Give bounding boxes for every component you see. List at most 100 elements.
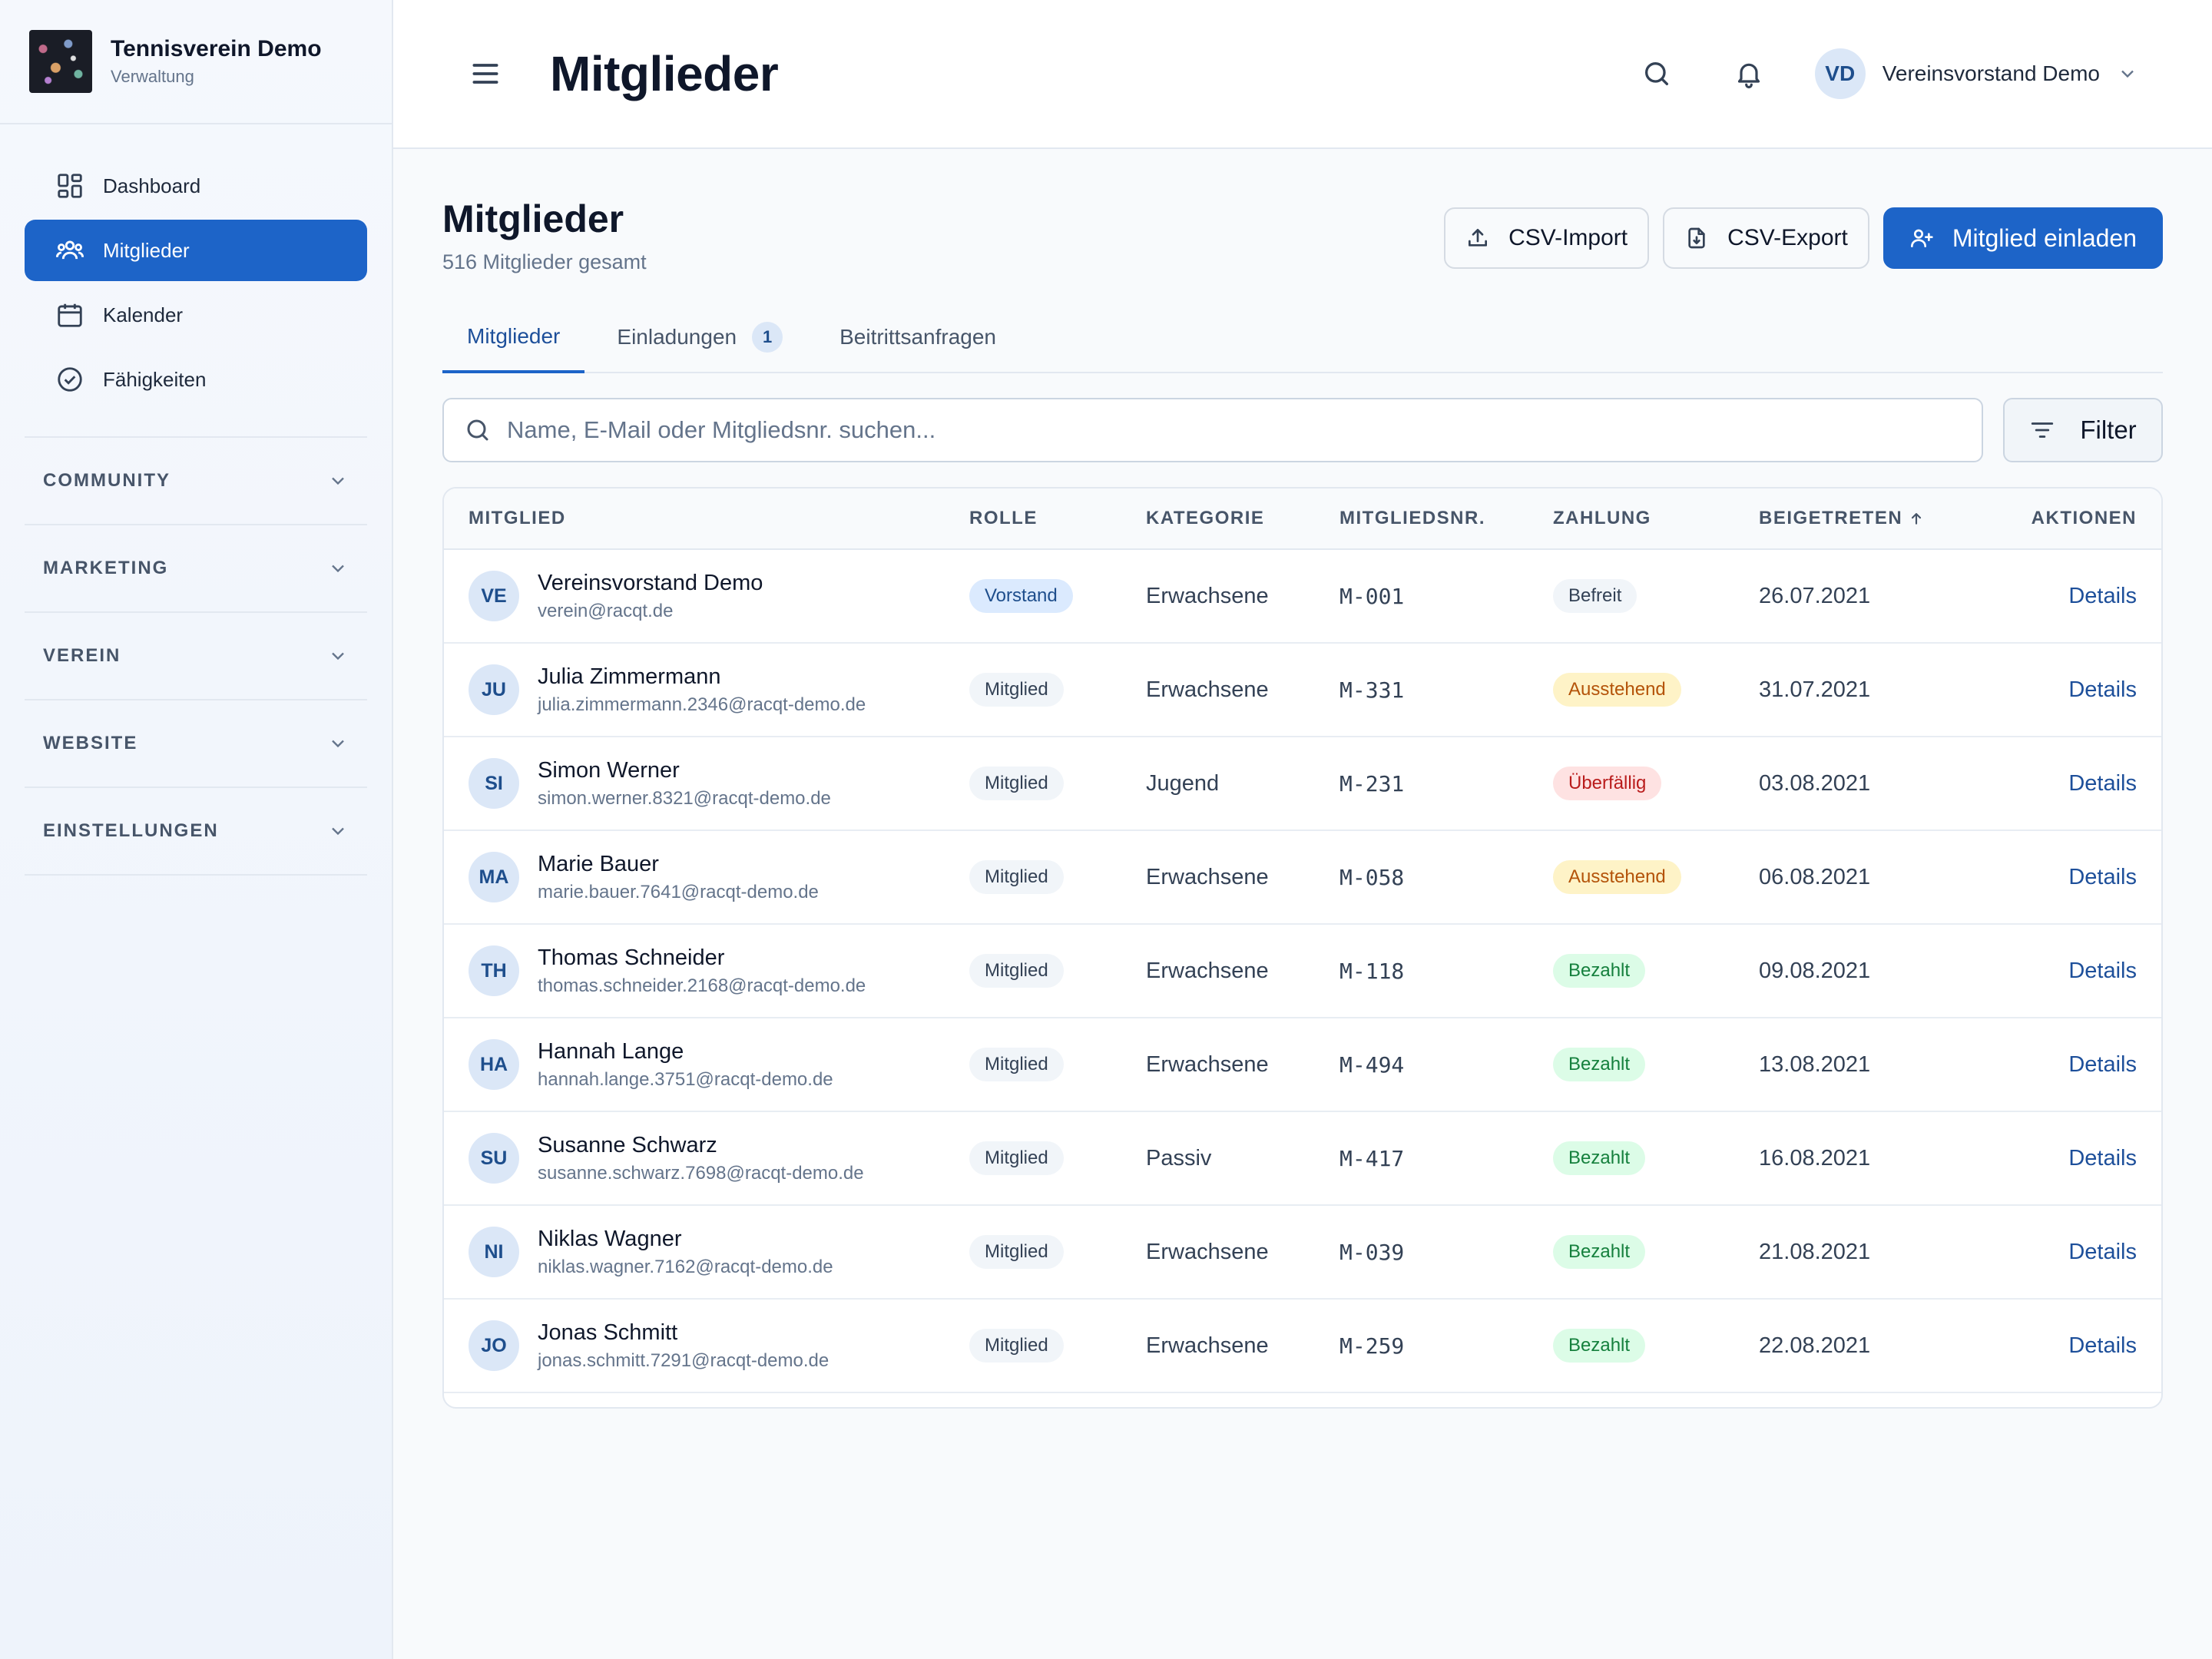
- sidebar-section-settings[interactable]: EINSTELLUNGEN: [25, 788, 367, 876]
- brand[interactable]: Tennisverein Demo Verwaltung: [0, 0, 392, 124]
- tab-invitations[interactable]: Einladungen 1: [592, 303, 807, 372]
- actions-cell: Details: [1989, 1333, 2161, 1359]
- details-link[interactable]: Details: [2068, 677, 2137, 702]
- member-number-cell: M-331: [1339, 677, 1553, 703]
- table-row[interactable]: JO Jonas Schmitt jonas.schmitt.7291@racq…: [444, 1300, 2161, 1393]
- sidebar-section-community[interactable]: COMMUNITY: [25, 438, 367, 525]
- table-row[interactable]: AN Andreas Krueger andreas.krueger.3120@…: [444, 1393, 2161, 1407]
- category-cell: Passiv: [1146, 1146, 1339, 1171]
- search-input[interactable]: [507, 416, 1962, 444]
- sidebar-item-label: Mitglieder: [103, 238, 190, 262]
- header-actions: VD Vereinsvorstand Demo: [1641, 48, 2212, 99]
- table-header: MITGLIED ROLLE KATEGORIE MITGLIEDSNR. ZA…: [444, 488, 2161, 550]
- table-row[interactable]: VE Vereinsvorstand Demo verein@racqt.de …: [444, 550, 2161, 644]
- details-link[interactable]: Details: [2068, 1146, 2137, 1171]
- role-badge: Mitglied: [969, 1048, 1064, 1081]
- search-row: Filter: [442, 398, 2163, 462]
- search-icon[interactable]: [1641, 58, 1672, 89]
- invite-member-button[interactable]: Mitglied einladen: [1883, 207, 2163, 269]
- column-header-category[interactable]: KATEGORIE: [1146, 508, 1339, 529]
- member-number: M-118: [1339, 958, 1405, 984]
- role-cell: Mitglied: [969, 1141, 1146, 1175]
- details-link[interactable]: Details: [2068, 959, 2137, 983]
- section-label: EINSTELLUNGEN: [43, 820, 219, 841]
- column-header-number[interactable]: MITGLIEDSNR.: [1339, 508, 1553, 529]
- payment-status-badge: Bezahlt: [1553, 1048, 1646, 1081]
- table-row[interactable]: MA Marie Bauer marie.bauer.7641@racqt-de…: [444, 831, 2161, 925]
- member-number-cell: M-259: [1339, 1333, 1553, 1359]
- file-export-icon: [1684, 226, 1709, 250]
- payment-cell: Ausstehend: [1553, 860, 1759, 894]
- search-field[interactable]: [442, 398, 1983, 462]
- table-row[interactable]: TH Thomas Schneider thomas.schneider.216…: [444, 925, 2161, 1018]
- brand-subtitle: Verwaltung: [111, 67, 194, 86]
- user-name[interactable]: Vereinsvorstand Demo: [1883, 61, 2100, 86]
- payment-cell: Bezahlt: [1553, 1235, 1759, 1269]
- table-row[interactable]: SI Simon Werner simon.werner.8321@racqt-…: [444, 737, 2161, 831]
- member-email: julia.zimmermann.2346@racqt-demo.de: [538, 694, 866, 715]
- joined-date: 22.08.2021: [1759, 1333, 1871, 1358]
- category-cell: Jugend: [1146, 771, 1339, 796]
- sidebar-item-skills[interactable]: Fähigkeiten: [25, 349, 367, 410]
- category-text: Erwachsene: [1146, 958, 1269, 983]
- sidebar-item-members[interactable]: Mitglieder: [25, 220, 367, 281]
- details-link[interactable]: Details: [2068, 584, 2137, 608]
- role-cell: Mitglied: [969, 954, 1146, 988]
- payment-cell: Bezahlt: [1553, 1141, 1759, 1175]
- member-number-cell: M-118: [1339, 959, 1553, 984]
- filter-button[interactable]: Filter: [2003, 398, 2163, 462]
- tab-members[interactable]: Mitglieder: [442, 303, 585, 373]
- member-number-cell: M-494: [1339, 1052, 1553, 1078]
- sidebar-item-dashboard[interactable]: Dashboard: [25, 155, 367, 217]
- button-label: CSV-Export: [1727, 225, 1848, 250]
- csv-import-button[interactable]: CSV-Import: [1444, 207, 1650, 269]
- member-email: jonas.schmitt.7291@racqt-demo.de: [538, 1349, 830, 1371]
- member-email: susanne.schwarz.7698@racqt-demo.de: [538, 1162, 864, 1184]
- column-header-role[interactable]: ROLLE: [969, 508, 1146, 529]
- table-row[interactable]: JU Julia Zimmermann julia.zimmermann.234…: [444, 644, 2161, 737]
- csv-export-button[interactable]: CSV-Export: [1663, 207, 1869, 269]
- member-name: Vereinsvorstand Demo: [538, 570, 763, 595]
- chevron-down-icon: [327, 820, 349, 842]
- sidebar-section-marketing[interactable]: MARKETING: [25, 525, 367, 613]
- category-text: Jugend: [1146, 770, 1220, 796]
- sidebar: Tennisverein Demo Verwaltung Dashboard M…: [0, 0, 393, 1659]
- member-email: verein@racqt.de: [538, 600, 674, 621]
- member-avatar: TH: [469, 945, 519, 996]
- column-header-joined[interactable]: BEIGETRETEN: [1759, 508, 1989, 529]
- member-name: Julia Zimmermann: [538, 664, 721, 689]
- member-name: Susanne Schwarz: [538, 1132, 717, 1157]
- member-name: Thomas Schneider: [538, 945, 725, 970]
- details-link[interactable]: Details: [2068, 1052, 2137, 1077]
- table-row[interactable]: HA Hannah Lange hannah.lange.3751@racqt-…: [444, 1018, 2161, 1112]
- column-header-member[interactable]: MITGLIED: [444, 508, 969, 529]
- user-avatar[interactable]: VD: [1814, 48, 1866, 99]
- tab-label: Mitglieder: [467, 324, 561, 348]
- member-name: Jonas Schmitt: [538, 1320, 678, 1345]
- table-row[interactable]: NI Niklas Wagner niklas.wagner.7162@racq…: [444, 1206, 2161, 1300]
- menu-icon[interactable]: [469, 57, 502, 91]
- category-text: Erwachsene: [1146, 1239, 1269, 1264]
- details-link[interactable]: Details: [2068, 771, 2137, 796]
- details-link[interactable]: Details: [2068, 1240, 2137, 1264]
- member-cell: JU Julia Zimmermann julia.zimmermann.234…: [444, 664, 969, 716]
- member-cell: TH Thomas Schneider thomas.schneider.216…: [444, 945, 969, 997]
- member-name: Marie Bauer: [538, 851, 659, 876]
- sidebar-section-verein[interactable]: VEREIN: [25, 613, 367, 700]
- payment-status-badge: Bezahlt: [1553, 1141, 1646, 1175]
- chevron-down-icon[interactable]: [2117, 63, 2138, 84]
- bell-icon[interactable]: [1734, 58, 1764, 89]
- joined-date: 13.08.2021: [1759, 1051, 1871, 1077]
- details-link[interactable]: Details: [2068, 1333, 2137, 1358]
- sidebar-section-website[interactable]: WEBSITE: [25, 700, 367, 788]
- column-header-payment[interactable]: ZAHLUNG: [1553, 508, 1759, 529]
- tab-join-requests[interactable]: Beitrittsanfragen: [815, 303, 1021, 372]
- member-email: thomas.schneider.2168@racqt-demo.de: [538, 975, 866, 996]
- joined-cell: 16.08.2021: [1759, 1146, 1989, 1171]
- member-email: simon.werner.8321@racqt-demo.de: [538, 787, 831, 809]
- sidebar-item-calendar[interactable]: Kalender: [25, 284, 367, 346]
- table-row[interactable]: SU Susanne Schwarz susanne.schwarz.7698@…: [444, 1112, 2161, 1206]
- payment-cell: Befreit: [1553, 579, 1759, 613]
- filter-icon: [2029, 417, 2055, 443]
- details-link[interactable]: Details: [2068, 865, 2137, 889]
